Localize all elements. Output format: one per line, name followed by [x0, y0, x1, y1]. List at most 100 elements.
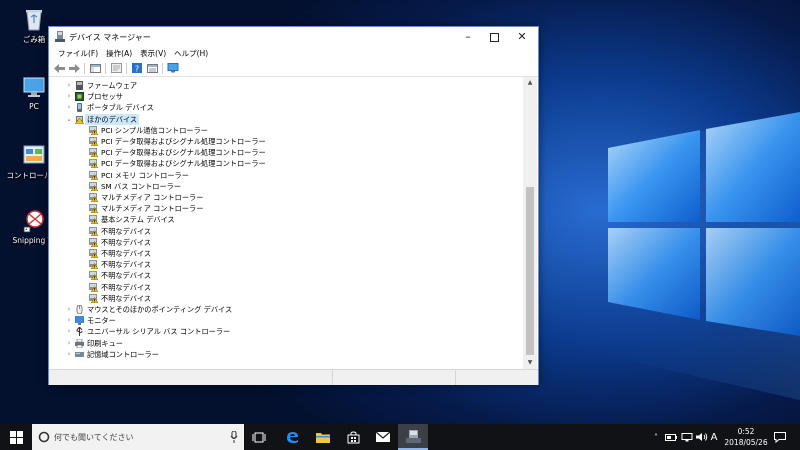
firmware-icon	[76, 81, 83, 90]
tree-item-label: 基本システム デバイス	[101, 215, 175, 225]
close-icon: ✕	[517, 30, 527, 43]
network-button[interactable]	[680, 424, 694, 450]
properties-icon	[110, 63, 122, 73]
taskbar-app-file-explorer[interactable]	[308, 424, 338, 450]
start-button[interactable]	[0, 424, 32, 450]
scan-hardware-changes-button[interactable]	[167, 63, 179, 74]
battery-status-button[interactable]	[664, 424, 678, 450]
back-button[interactable]	[53, 63, 65, 74]
toolbar-separator	[162, 62, 163, 74]
menu-help[interactable]: ヘルプ(H)	[170, 46, 212, 60]
warning-device-icon	[89, 204, 98, 214]
cortana-circle-icon	[38, 431, 50, 443]
tree-item-label: 不明なデバイス	[101, 282, 152, 292]
taskbar-app-device-manager[interactable]	[398, 424, 428, 450]
tree-item-label: プロセッサ	[87, 92, 123, 102]
vertical-scrollbar[interactable]: ▲ ▼	[523, 77, 537, 369]
forward-arrow-icon	[68, 63, 80, 73]
scroll-down-arrow-icon[interactable]: ▼	[523, 357, 537, 369]
maximize-icon	[489, 32, 499, 42]
scrollbar-thumb[interactable]	[526, 187, 534, 355]
device-manager-app-icon	[55, 31, 65, 42]
other-devices-icon	[75, 115, 84, 124]
svg-text:?: ?	[135, 64, 139, 73]
warning-device-icon	[89, 148, 98, 158]
warning-device-icon	[89, 159, 98, 169]
taskbar: 何でも聞いてください ˄ A 0:52 2018/05/26	[0, 424, 800, 450]
warning-device-icon	[89, 226, 98, 236]
help-button[interactable]: ?	[131, 63, 143, 74]
menu-file[interactable]: ファイル(F)	[54, 46, 102, 60]
properties-button[interactable]	[110, 63, 122, 74]
tree-item-label: 不明なデバイス	[101, 271, 152, 281]
tree-item-label: モニター	[87, 316, 116, 326]
menu-action[interactable]: 操作(A)	[102, 46, 136, 60]
close-button[interactable]: ✕	[508, 27, 536, 46]
clock-time: 0:52	[737, 427, 755, 436]
minimize-button[interactable]: –	[454, 27, 482, 46]
volume-button[interactable]	[695, 424, 709, 450]
monitor-icon	[75, 316, 84, 326]
tree-item-label: マルチメディア コントローラー	[101, 204, 204, 214]
expand-chevron-icon[interactable]: ›	[65, 315, 73, 326]
windows-logo-icon	[9, 430, 23, 444]
forward-button[interactable]	[68, 63, 80, 74]
collapse-chevron-icon[interactable]: ⌄	[65, 114, 73, 125]
device-tree[interactable]: › ファームウェア › プロセッサ › ポータブル デバイス ⌄ ほかのデバイス PCI シンプ…	[49, 77, 523, 369]
warning-device-icon	[89, 193, 98, 202]
folder-icon	[316, 432, 330, 443]
action-center-button[interactable]	[772, 424, 788, 450]
device-manager-window[interactable]: デバイス マネージャー – ✕ ファイル(F) 操作(A) 表示(V) ヘルプ(…	[48, 26, 539, 385]
storage-icon	[75, 351, 84, 357]
warning-device-icon	[89, 271, 98, 281]
recycle-bin-icon	[26, 10, 42, 31]
clock-date: 2018/05/26	[724, 438, 768, 447]
printer-icon	[75, 338, 84, 348]
warning-device-icon	[89, 237, 98, 247]
tree-item-label: マルチメディア コントローラー	[101, 193, 204, 202]
expand-chevron-icon[interactable]: ›	[65, 304, 73, 315]
console-tree-icon	[89, 63, 101, 73]
taskbar-search-box[interactable]: 何でも聞いてください	[32, 424, 244, 450]
warning-device-icon	[89, 170, 98, 180]
details-view-icon	[146, 63, 158, 73]
tree-item-label: 記憶域コントローラー	[87, 349, 159, 359]
taskbar-app-store[interactable]	[338, 424, 368, 450]
warning-device-icon	[89, 137, 98, 146]
expand-chevron-icon[interactable]: ›	[65, 338, 73, 349]
toolbar: ?	[49, 60, 538, 77]
expand-chevron-icon[interactable]: ›	[65, 102, 73, 113]
task-view-button[interactable]	[244, 424, 274, 450]
snipping-tool-icon	[23, 210, 44, 233]
expand-chevron-icon[interactable]: ›	[65, 349, 73, 360]
taskbar-clock[interactable]: 0:52 2018/05/26	[718, 426, 774, 448]
expand-chevron-icon[interactable]: ›	[65, 326, 73, 337]
battery-icon	[665, 433, 677, 441]
warning-device-icon	[89, 181, 98, 191]
warning-device-icon	[89, 282, 98, 292]
taskbar-app-mail[interactable]	[368, 424, 398, 450]
control-panel-icon	[23, 145, 45, 164]
back-arrow-icon	[53, 63, 65, 73]
microphone-icon[interactable]	[230, 431, 238, 443]
menu-bar: ファイル(F) 操作(A) 表示(V) ヘルプ(H)	[49, 46, 538, 60]
edge-browser-icon	[287, 432, 298, 443]
status-bar-divider	[455, 370, 456, 385]
expand-chevron-icon[interactable]: ›	[65, 80, 73, 91]
tree-item-label: PCI シンプル通信コントローラー	[101, 125, 208, 135]
search-placeholder: 何でも聞いてください	[54, 433, 134, 442]
menu-view[interactable]: 表示(V)	[136, 46, 170, 60]
view-details-button[interactable]	[146, 63, 158, 74]
warning-device-icon	[89, 125, 98, 135]
show-hidden-icons-button[interactable]: ˄	[650, 424, 662, 450]
toolbar-separator	[126, 62, 127, 74]
scroll-up-arrow-icon[interactable]: ▲	[523, 77, 537, 89]
title-bar[interactable]: デバイス マネージャー – ✕	[49, 27, 538, 46]
monitor-scan-icon	[167, 63, 179, 73]
maximize-button[interactable]	[480, 27, 508, 46]
tree-item-label: PCI メモリ コントローラー	[101, 170, 189, 180]
show-hide-console-tree-button[interactable]	[89, 63, 101, 74]
expand-chevron-icon[interactable]: ›	[65, 91, 73, 102]
warning-device-icon	[89, 260, 98, 270]
taskbar-app-edge[interactable]	[277, 424, 307, 450]
